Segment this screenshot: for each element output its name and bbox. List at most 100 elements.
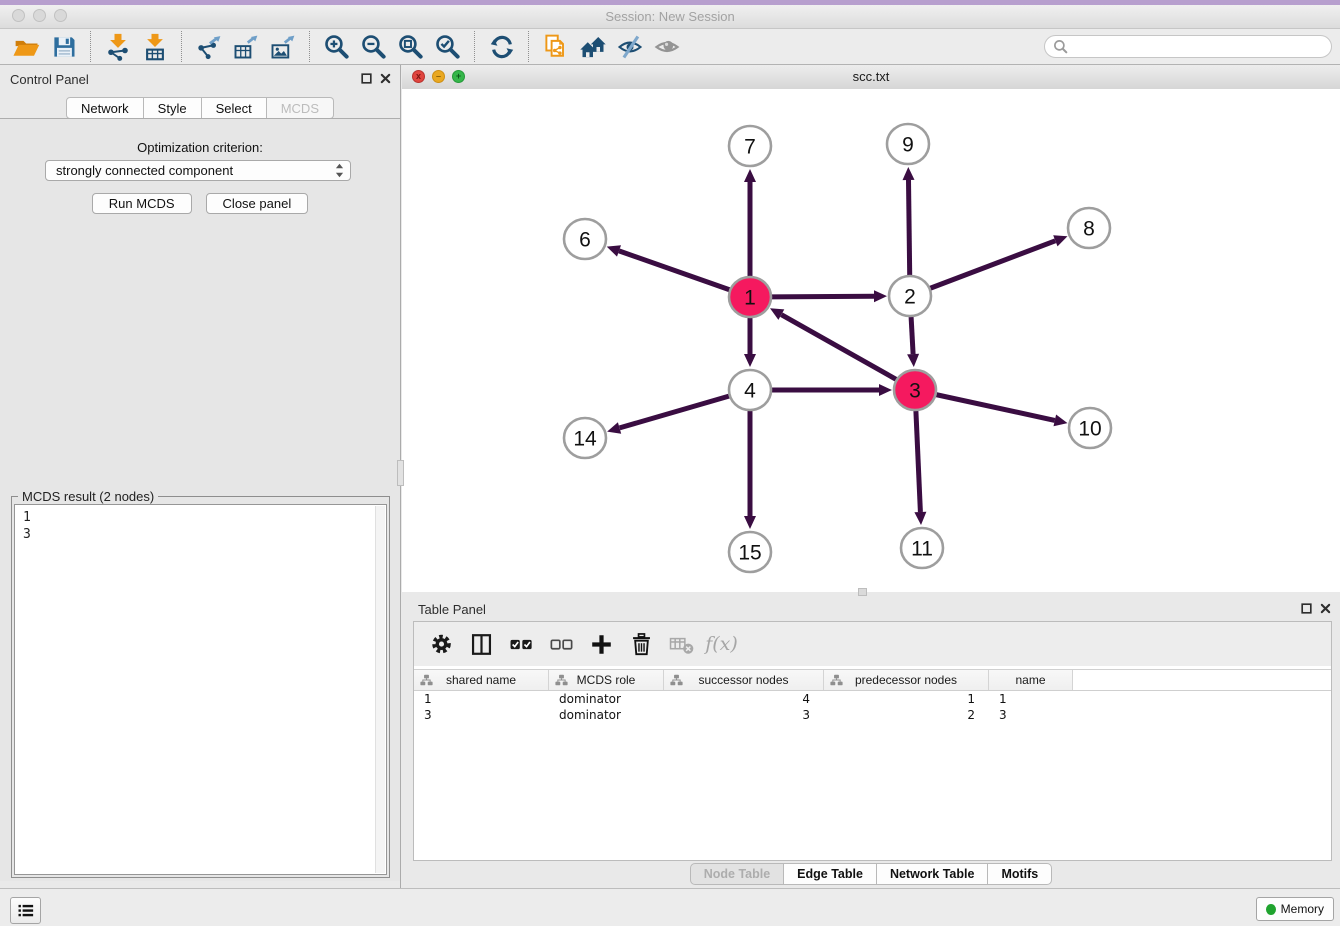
- edge-2-9[interactable]: [909, 180, 910, 275]
- column-tree-icon: [555, 674, 568, 686]
- open-file-button[interactable]: [8, 30, 45, 63]
- edge-3-1[interactable]: [781, 315, 896, 380]
- split-divider-handle-vertical[interactable]: [397, 460, 404, 486]
- search-input[interactable]: [1073, 38, 1323, 55]
- table-panel-title: Table Panel: [418, 602, 486, 617]
- tab-motifs[interactable]: Motifs: [988, 863, 1052, 885]
- deselect-all-button[interactable]: [543, 625, 580, 663]
- zoom-in-button[interactable]: [318, 30, 355, 63]
- edge-arrow-4-14: [607, 422, 621, 434]
- tab-network[interactable]: Network: [66, 97, 144, 119]
- network-window-titlebar[interactable]: x–+ scc.txt: [402, 65, 1340, 90]
- cell-mcds-role[interactable]: dominator: [549, 692, 664, 706]
- edge-4-14[interactable]: [620, 396, 730, 428]
- edge-3-10[interactable]: [936, 395, 1055, 421]
- table-row[interactable]: 1dominator411: [414, 691, 1331, 707]
- graph-node-label-9: 9: [902, 134, 914, 157]
- show-graphics-button[interactable]: [648, 30, 685, 63]
- column-header-name[interactable]: name: [989, 670, 1073, 690]
- close-table-panel-icon[interactable]: [1320, 603, 1331, 614]
- search-box[interactable]: [1044, 35, 1332, 58]
- window-titlebar[interactable]: Session: New Session: [0, 5, 1340, 29]
- column-header-shared-name[interactable]: shared name: [414, 670, 549, 690]
- table-row[interactable]: 3dominator323: [414, 707, 1331, 723]
- cell-name[interactable]: 1: [989, 692, 1073, 706]
- criterion-select[interactable]: strongly connected component: [45, 160, 351, 181]
- cell-mcds-role[interactable]: dominator: [549, 708, 664, 722]
- export-network-button[interactable]: [190, 30, 227, 63]
- import-network-button[interactable]: [99, 30, 136, 63]
- export-network-icon: [195, 33, 223, 61]
- window-title: Session: New Session: [0, 9, 1340, 24]
- edge-2-8[interactable]: [930, 241, 1056, 289]
- cell-successor-nodes[interactable]: 3: [664, 708, 824, 722]
- tab-mcds[interactable]: MCDS: [267, 97, 334, 119]
- column-header-successor-nodes[interactable]: successor nodes: [664, 670, 824, 690]
- result-scrollbar[interactable]: [375, 506, 385, 873]
- close-panel-button[interactable]: Close panel: [206, 193, 309, 214]
- add-row-button[interactable]: [583, 625, 620, 663]
- cell-name[interactable]: 3: [989, 708, 1073, 722]
- close-panel-icon[interactable]: [380, 73, 391, 84]
- edge-3-11[interactable]: [916, 411, 921, 512]
- edge-1-6[interactable]: [619, 251, 730, 290]
- import-table-button[interactable]: [136, 30, 173, 63]
- cell-predecessor-nodes[interactable]: 1: [824, 692, 989, 706]
- tab-network-table[interactable]: Network Table: [877, 863, 989, 885]
- save-session-button[interactable]: [45, 30, 82, 63]
- zoom-in-icon: [323, 33, 351, 61]
- home-view-icon: [579, 33, 607, 61]
- tab-select[interactable]: Select: [202, 97, 267, 119]
- table-toolbar: f(x): [414, 622, 1331, 666]
- column-label: successor nodes: [698, 673, 788, 687]
- edge-1-2[interactable]: [771, 296, 874, 297]
- home-view-button[interactable]: [574, 30, 611, 63]
- column-tree-icon: [830, 674, 843, 686]
- column-header-predecessor-nodes[interactable]: predecessor nodes: [824, 670, 989, 690]
- float-panel-icon[interactable]: [361, 73, 372, 84]
- open-file-icon: [13, 33, 41, 61]
- edge-arrow-1-2: [874, 290, 887, 302]
- duplicate-network-button[interactable]: [537, 30, 574, 63]
- run-mcds-button[interactable]: Run MCDS: [92, 193, 192, 214]
- delete-row-icon: [628, 631, 655, 658]
- edge-arrow-2-9: [903, 167, 915, 180]
- table-settings-button[interactable]: [423, 625, 460, 663]
- cell-shared-name[interactable]: 1: [414, 692, 549, 706]
- graph-node-label-14: 14: [573, 428, 597, 451]
- main-toolbar: [0, 29, 1340, 65]
- float-table-panel-icon[interactable]: [1301, 603, 1312, 614]
- network-canvas[interactable]: 7968124314101511: [402, 89, 1340, 592]
- tab-style[interactable]: Style: [144, 97, 202, 119]
- table-panel-header: Table Panel: [402, 595, 1340, 621]
- export-image-button[interactable]: [264, 30, 301, 63]
- select-all-button[interactable]: [503, 625, 540, 663]
- mcds-result-textarea[interactable]: 1 3: [14, 504, 387, 875]
- edge-2-3[interactable]: [911, 317, 913, 354]
- memory-button[interactable]: Memory: [1256, 897, 1334, 921]
- export-table-button[interactable]: [227, 30, 264, 63]
- refresh-button[interactable]: [483, 30, 520, 63]
- cell-successor-nodes[interactable]: 4: [664, 692, 824, 706]
- tab-node-table[interactable]: Node Table: [690, 863, 784, 885]
- zoom-selected-button[interactable]: [429, 30, 466, 63]
- cell-predecessor-nodes[interactable]: 2: [824, 708, 989, 722]
- split-divider-handle-horizontal[interactable]: [858, 588, 867, 596]
- export-image-icon: [269, 33, 297, 61]
- delete-row-button[interactable]: [623, 625, 660, 663]
- control-panel: Control Panel NetworkStyleSelectMCDS Opt…: [0, 65, 401, 888]
- toolbar-separator: [474, 31, 475, 62]
- cell-shared-name[interactable]: 3: [414, 708, 549, 722]
- graph-node-label-2: 2: [904, 286, 916, 309]
- task-history-button[interactable]: [10, 897, 41, 924]
- column-header-mcds-role[interactable]: MCDS role: [549, 670, 664, 690]
- graph-node-label-6: 6: [579, 229, 591, 252]
- tab-edge-table[interactable]: Edge Table: [784, 863, 877, 885]
- zoom-out-button[interactable]: [355, 30, 392, 63]
- edge-arrow-1-7: [744, 169, 756, 182]
- zoom-fit-button[interactable]: [392, 30, 429, 63]
- select-spinner-icon: [335, 163, 344, 178]
- edge-arrow-3-11: [914, 512, 926, 525]
- table-columns-button[interactable]: [463, 625, 500, 663]
- hide-graphics-button[interactable]: [611, 30, 648, 63]
